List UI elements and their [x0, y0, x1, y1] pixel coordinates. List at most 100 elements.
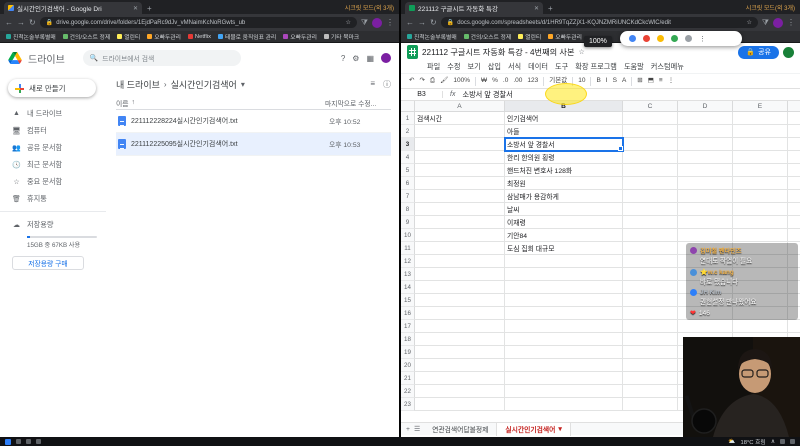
cell-D1[interactable]: [678, 112, 733, 125]
menu-item[interactable]: 수정: [447, 62, 460, 72]
cell-C8[interactable]: [623, 203, 678, 216]
bookmark-item[interactable]: Netflix: [187, 34, 211, 40]
cell-C18[interactable]: [623, 333, 678, 346]
cell-D8[interactable]: [678, 203, 733, 216]
cell-F10[interactable]: [788, 229, 800, 242]
sidebar-item[interactable]: 👥 공유 문서함: [0, 139, 106, 156]
column-header-A[interactable]: A: [415, 101, 505, 111]
cell-C7[interactable]: [623, 190, 678, 203]
cell-E2[interactable]: [733, 125, 788, 138]
share-button[interactable]: 🔒 공유: [738, 45, 779, 59]
cell-A11[interactable]: [415, 242, 505, 255]
cell-D5[interactable]: [678, 164, 733, 177]
cell-A16[interactable]: [415, 307, 505, 320]
address-bar[interactable]: 🔒 drive.google.com/drive/folders/1EjdPaR…: [39, 17, 357, 28]
menu-item[interactable]: 파일: [427, 62, 440, 72]
bookmark-item[interactable]: 테블로 움직임표 관리: [218, 32, 276, 41]
popup-menu-icon[interactable]: ⋮: [699, 35, 706, 43]
cell-B4[interactable]: 한리 한의원 횡령: [505, 151, 623, 164]
decrease-decimal-icon[interactable]: .0: [503, 77, 508, 85]
merge-cells-icon[interactable]: ⬒: [648, 77, 654, 85]
sidebar-item[interactable]: 🗑 휴지통: [0, 190, 106, 207]
cell-E5[interactable]: [733, 164, 788, 177]
cell-A12[interactable]: [415, 255, 505, 268]
cell-A13[interactable]: [415, 268, 505, 281]
cell-B9[interactable]: 이재령: [505, 216, 623, 229]
cell-F1[interactable]: [788, 112, 800, 125]
cell-C12[interactable]: [623, 255, 678, 268]
extensions-popup[interactable]: ⋮: [620, 31, 742, 46]
cell-B20[interactable]: [505, 359, 623, 372]
tab-close-icon[interactable]: ✕: [133, 5, 138, 12]
row-header-23[interactable]: 23: [401, 398, 415, 411]
cell-C23[interactable]: [623, 398, 678, 411]
cell-D17[interactable]: [678, 320, 733, 333]
cell-B12[interactable]: [505, 255, 623, 268]
row-header-7[interactable]: 7: [401, 190, 415, 203]
account-avatar[interactable]: [783, 46, 794, 58]
extension-icon[interactable]: [685, 35, 692, 42]
sheet-tab-menu-icon[interactable]: ▾: [558, 425, 561, 433]
back-icon[interactable]: ←: [406, 18, 414, 27]
cell-B19[interactable]: [505, 346, 623, 359]
bookmark-star-icon[interactable]: ☆: [345, 19, 350, 26]
cell-C21[interactable]: [623, 372, 678, 385]
cell-B5[interactable]: 핸드처진 변호사 128화: [505, 164, 623, 177]
cell-A23[interactable]: [415, 398, 505, 411]
sidebar-item[interactable]: 🖥 컴퓨터: [0, 122, 106, 139]
number-format-select[interactable]: 123: [527, 77, 538, 85]
cell-A19[interactable]: [415, 346, 505, 359]
cell-E1[interactable]: [733, 112, 788, 125]
row-header-1[interactable]: 1: [401, 112, 415, 125]
row-header-20[interactable]: 20: [401, 359, 415, 372]
select-all-corner[interactable]: [401, 101, 415, 111]
tray-expand-icon[interactable]: ∧: [771, 439, 775, 445]
cell-B16[interactable]: [505, 307, 623, 320]
cell-A9[interactable]: [415, 216, 505, 229]
menu-item[interactable]: 보기: [467, 62, 480, 72]
tray-icon[interactable]: [780, 439, 785, 444]
cell-C3[interactable]: [623, 138, 678, 151]
column-header-F[interactable]: F: [788, 101, 800, 111]
menu-item[interactable]: 도움말: [624, 62, 644, 72]
tray-icon[interactable]: [790, 439, 795, 444]
new-tab-button[interactable]: +: [548, 4, 553, 13]
align-icon[interactable]: ≡: [659, 77, 663, 85]
cell-A17[interactable]: [415, 320, 505, 333]
bold-icon[interactable]: B: [596, 77, 600, 85]
cell-A7[interactable]: [415, 190, 505, 203]
increase-decimal-icon[interactable]: .00: [513, 77, 522, 85]
cell-D9[interactable]: [678, 216, 733, 229]
row-header-2[interactable]: 2: [401, 125, 415, 138]
new-tab-button[interactable]: +: [147, 4, 152, 13]
zoom-select[interactable]: 100%: [453, 77, 470, 85]
tab-close-icon[interactable]: ✕: [534, 5, 539, 12]
bookmark-item[interactable]: 오빠두관리: [283, 32, 317, 41]
all-sheets-icon[interactable]: ☰: [414, 425, 420, 433]
row-header-11[interactable]: 11: [401, 242, 415, 255]
cell-A3[interactable]: [415, 138, 505, 151]
cell-B15[interactable]: [505, 294, 623, 307]
cell-D7[interactable]: [678, 190, 733, 203]
column-header-E[interactable]: E: [733, 101, 788, 111]
sheet-tab[interactable]: 실시간인기검색어 ▾: [496, 422, 571, 436]
bookmark-item[interactable]: 건의/오스트 정제: [62, 32, 110, 41]
cell-C16[interactable]: [623, 307, 678, 320]
row-header-16[interactable]: 16: [401, 307, 415, 320]
cell-C13[interactable]: [623, 268, 678, 281]
cell-C19[interactable]: [623, 346, 678, 359]
taskbar-app-icon[interactable]: [36, 439, 41, 444]
menu-item[interactable]: 도구: [555, 62, 568, 72]
cell-A15[interactable]: [415, 294, 505, 307]
new-button[interactable]: 새로 만들기: [8, 79, 96, 97]
bookmark-item[interactable]: 진척논술부록별매: [407, 32, 457, 41]
cell-C10[interactable]: [623, 229, 678, 242]
row-header-13[interactable]: 13: [401, 268, 415, 281]
cell-C11[interactable]: [623, 242, 678, 255]
apps-grid-icon[interactable]: ▦: [366, 54, 374, 63]
cell-F9[interactable]: [788, 216, 800, 229]
cell-A8[interactable]: [415, 203, 505, 216]
row-header-6[interactable]: 6: [401, 177, 415, 190]
cell-B23[interactable]: [505, 398, 623, 411]
cell-D6[interactable]: [678, 177, 733, 190]
